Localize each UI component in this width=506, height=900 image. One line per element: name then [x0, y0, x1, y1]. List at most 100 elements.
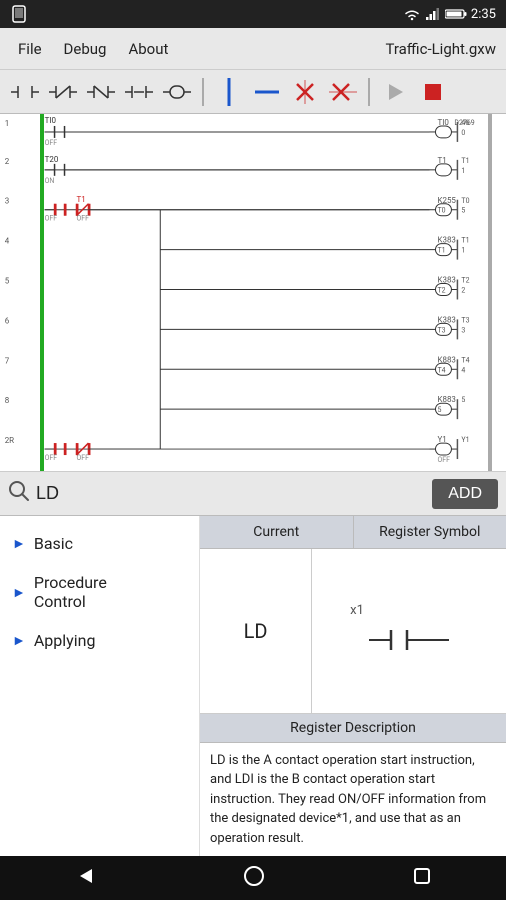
svg-text:T1: T1: [76, 195, 85, 204]
svg-text:OFF: OFF: [45, 215, 58, 223]
svg-text:1: 1: [461, 167, 465, 175]
nav-home-button[interactable]: [243, 865, 265, 892]
status-right: 2:35: [403, 7, 496, 22]
battery-icon: [445, 8, 467, 20]
svg-text:6: 6: [5, 316, 10, 325]
search-bar: ADD: [0, 472, 506, 516]
sidebar-item-basic-label: Basic: [34, 534, 73, 553]
menu-bar: File Debug About Traffic-Light.gxw: [0, 28, 506, 70]
tool-contact-4[interactable]: [122, 75, 156, 109]
chevron-right-icon-3: ►: [12, 632, 26, 649]
tool-horizontal-line[interactable]: [250, 75, 284, 109]
nav-recents-button[interactable]: [412, 866, 432, 891]
svg-text:T20: T20: [45, 155, 59, 164]
sidebar-item-procedure-control-label: ProcedureControl: [34, 573, 107, 611]
svg-text:4: 4: [461, 366, 465, 374]
status-left: [10, 5, 28, 23]
time: 2:35: [471, 7, 496, 22]
tool-vertical-line[interactable]: [212, 75, 246, 109]
menu-file[interactable]: File: [10, 36, 50, 62]
svg-text:1: 1: [5, 119, 9, 128]
android-nav-bar: [0, 856, 506, 900]
sidebar-item-procedure-control[interactable]: ► ProcedureControl: [0, 563, 199, 621]
tool-output-coil[interactable]: [160, 75, 194, 109]
svg-text:1: 1: [461, 247, 465, 255]
status-bar: 2:35: [0, 0, 506, 28]
signal-icon: [425, 7, 441, 21]
svg-text:0: 0: [461, 129, 465, 137]
svg-text:4: 4: [5, 237, 10, 246]
nav-back-button[interactable]: [74, 865, 96, 892]
svg-text:ON: ON: [45, 177, 55, 185]
wifi-icon: [403, 7, 421, 21]
svg-text:T3: T3: [461, 316, 469, 324]
register-contact-symbol: [369, 622, 449, 658]
register-header-symbol: Register Symbol: [354, 516, 506, 548]
tool-delete-horizontal[interactable]: [326, 75, 360, 109]
svg-text:T2: T2: [437, 287, 445, 295]
sidebar-item-applying[interactable]: ► Applying: [0, 621, 199, 660]
register-current-value: LD: [200, 549, 312, 713]
svg-text:3: 3: [5, 197, 9, 206]
svg-text:2R: 2R: [5, 436, 14, 445]
tool-stop[interactable]: [416, 75, 450, 109]
svg-text:T4: T4: [437, 366, 445, 374]
svg-text:T0: T0: [437, 207, 445, 215]
svg-text:T1: T1: [461, 157, 469, 165]
menu-debug[interactable]: Debug: [56, 36, 115, 62]
svg-text:OFF: OFF: [76, 454, 89, 462]
toolbar: [0, 70, 506, 114]
add-button[interactable]: ADD: [432, 479, 498, 509]
ladder-diagram: 1 TI0 OFF TI0 D2769 46 0 2 T20 ON T1: [0, 114, 506, 472]
register-symbol-area: x1: [312, 549, 506, 713]
svg-text:8: 8: [5, 396, 10, 405]
search-input[interactable]: [36, 483, 426, 504]
symbol-x1-label: x1: [320, 603, 364, 618]
register-description-header: Register Description: [200, 714, 506, 743]
tool-normally-open[interactable]: [8, 75, 42, 109]
tool-delete-vertical[interactable]: [288, 75, 322, 109]
tool-run[interactable]: [378, 75, 412, 109]
svg-text:T0: T0: [461, 197, 469, 205]
svg-text:5: 5: [461, 396, 465, 404]
svg-text:3: 3: [461, 326, 465, 334]
svg-text:2: 2: [5, 157, 10, 166]
search-icon: [8, 480, 30, 507]
svg-text:T2: T2: [461, 277, 469, 285]
svg-text:TI0: TI0: [45, 116, 57, 125]
menu-about[interactable]: About: [120, 36, 176, 62]
svg-text:OFF: OFF: [45, 454, 58, 462]
register-description-body: LD is the A contact operation start inst…: [200, 743, 506, 857]
phone-icon: [10, 5, 28, 23]
svg-text:5: 5: [5, 277, 10, 286]
svg-text:T1: T1: [437, 247, 445, 255]
tool-normally-closed[interactable]: [46, 75, 80, 109]
svg-text:46: 46: [461, 119, 469, 127]
svg-text:T4: T4: [461, 356, 469, 364]
bottom-panel: ► Basic ► ProcedureControl ► Applying Cu…: [0, 516, 506, 856]
toolbar-separator-2: [368, 78, 370, 106]
sidebar-item-applying-label: Applying: [34, 631, 96, 650]
svg-text:T3: T3: [437, 326, 445, 334]
register-body: LD x1: [200, 549, 506, 714]
tool-contact-3[interactable]: [84, 75, 118, 109]
svg-text:5: 5: [461, 207, 465, 215]
svg-text:7: 7: [5, 356, 10, 365]
svg-text:OFF: OFF: [437, 456, 450, 464]
svg-text:Y1: Y1: [461, 436, 469, 444]
chevron-right-icon: ►: [12, 535, 26, 552]
svg-text:OFF: OFF: [76, 215, 89, 223]
sidebar-item-basic[interactable]: ► Basic: [0, 524, 199, 563]
chevron-right-icon-2: ►: [12, 584, 26, 601]
svg-text:OFF: OFF: [45, 139, 58, 147]
svg-text:T1: T1: [461, 237, 469, 245]
toolbar-separator-1: [202, 78, 204, 106]
register-header-current: Current: [200, 516, 354, 548]
file-title: Traffic-Light.gxw: [385, 40, 496, 58]
svg-text:5: 5: [437, 406, 441, 414]
svg-text:2: 2: [461, 287, 465, 295]
ladder-svg: 1 TI0 OFF TI0 D2769 46 0 2 T20 ON T1: [0, 114, 506, 471]
register-header: Current Register Symbol: [200, 516, 506, 549]
sidebar: ► Basic ► ProcedureControl ► Applying: [0, 516, 200, 856]
register-panel: Current Register Symbol LD x1 Register D…: [200, 516, 506, 856]
